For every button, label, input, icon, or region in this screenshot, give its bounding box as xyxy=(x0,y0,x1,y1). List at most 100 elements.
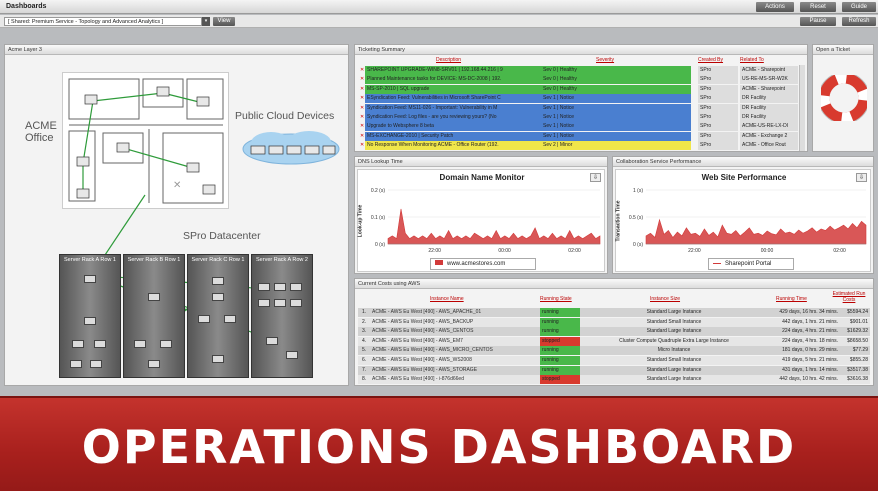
server-icon[interactable] xyxy=(274,283,286,291)
ticket-row[interactable]: ✕ Syndication Feed: Log files - are you r… xyxy=(358,113,798,122)
ticket-related-to[interactable]: ACME - Sharepoint xyxy=(740,84,798,94)
ticket-description[interactable]: MS-SP-2010 | SQL upgrade xyxy=(365,84,541,94)
ticket-description[interactable]: Upgrade to Websphere 8 beta xyxy=(365,122,541,132)
server-icon[interactable] xyxy=(224,315,236,323)
server-icon[interactable] xyxy=(286,351,298,359)
server-icon[interactable] xyxy=(258,299,270,307)
ticket-related-to[interactable]: ACME-US-RE-LX-DI xyxy=(740,122,798,132)
ticket-row[interactable]: ✕ Planned Maintenance tasks for DEVICE: M… xyxy=(358,75,798,85)
cost-row[interactable]: 8. ACME - AWS Eu West [490] - i-876d66ed s… xyxy=(358,375,870,385)
dropdown-chevron-icon[interactable]: ▾ xyxy=(202,17,210,26)
instance-name[interactable]: ACME - AWS Eu West [490] - AWS_MICRO_CEN… xyxy=(370,346,538,355)
ticket-description[interactable]: MS-EXCHANGE-2010 | Security Patch xyxy=(365,131,541,141)
ticket-row[interactable]: ✕ ESyndication Feed: Vulnerabilities in M… xyxy=(358,94,798,104)
server-icon[interactable] xyxy=(290,299,302,307)
ticket-description[interactable]: Syndication Feed: MS11-026 - Important: … xyxy=(365,103,541,113)
ticket-row[interactable]: ✕ SHAREPOINT UPGRADE-WIN8-SRV01 | 192.168… xyxy=(358,66,798,75)
lifebuoy-icon[interactable] xyxy=(821,75,867,121)
instance-name[interactable]: ACME - AWS Eu West [490] - AWS_EM7 xyxy=(370,337,538,346)
guide-button[interactable]: Guide xyxy=(842,2,876,12)
server-icon[interactable] xyxy=(160,340,172,348)
ticketing-scrollbar[interactable] xyxy=(799,65,805,151)
ticket-description[interactable]: ESyndication Feed: Vulnerabilities in Mi… xyxy=(365,94,541,104)
server-icon[interactable] xyxy=(84,317,96,325)
row-number: 8. xyxy=(362,376,367,383)
ticket-related-to[interactable]: DR Facility xyxy=(740,94,798,104)
ticket-related-to[interactable]: DR Facility xyxy=(740,103,798,113)
ticket-row[interactable]: ✕ Upgrade to Websphere 8 beta Sev 1 | Noti… xyxy=(358,122,798,132)
ticket-row[interactable]: ✕ No Response When Monitoring ACME - Offi… xyxy=(358,141,798,151)
rack-label: Server Rack B Row 1 xyxy=(127,257,181,263)
instance-name[interactable]: ACME - AWS Eu West [490] - AWS_STORAGE xyxy=(370,366,538,375)
x-tick-label: 00:00 xyxy=(761,248,774,254)
collab-chart-svg: 0 (s) 0.5 (s) 1 (s) 22:00 00:00 02:00 xyxy=(629,188,867,254)
col-instance-size[interactable]: Instance Size xyxy=(650,296,680,302)
pause-button[interactable]: Pause xyxy=(800,17,836,26)
server-icon[interactable] xyxy=(258,283,270,291)
y-tick-label: 1 (s) xyxy=(633,188,643,194)
ticket-related-to[interactable]: ACME - Sharepoint xyxy=(740,66,798,75)
server-icon[interactable] xyxy=(212,277,224,285)
ticket-description[interactable]: Planned Maintenance tasks for DEVICE: MS… xyxy=(365,75,541,85)
export-icon[interactable]: ⇩ xyxy=(590,173,601,182)
ticket-row[interactable]: ✕ MS-SP-2010 | SQL upgrade Sev 0 | Healthy… xyxy=(358,84,798,94)
dashboard-select[interactable]: [ Shared: Premium Service - Topology and… xyxy=(4,17,202,26)
server-icon[interactable] xyxy=(84,275,96,283)
ticket-status-icon: ✕ xyxy=(360,132,365,139)
cost-row[interactable]: 3. ACME - AWS Eu West [490] - AWS_CENTOS r… xyxy=(358,327,870,337)
row-number: 2. xyxy=(362,318,367,325)
col-instance-name[interactable]: Instance Name xyxy=(430,296,464,302)
instance-name[interactable]: ACME - AWS Eu West [490] - AWS_CENTOS xyxy=(370,327,538,336)
ticket-related-to[interactable]: ACME - Office Rout xyxy=(740,141,798,151)
server-icon[interactable] xyxy=(94,340,106,348)
ticket-description[interactable]: Syndication Feed: Log files - are you re… xyxy=(365,113,541,122)
server-icon[interactable] xyxy=(274,299,286,307)
server-icon[interactable] xyxy=(212,355,224,363)
server-icon[interactable] xyxy=(134,340,146,348)
col-running-state[interactable]: Running State xyxy=(540,296,572,302)
cost-row[interactable]: 2. ACME - AWS Eu West [490] - AWS_BACKUP r… xyxy=(358,317,870,327)
ticket-row[interactable]: ✕ Syndication Feed: MS11-026 - Important:… xyxy=(358,103,798,113)
instance-name[interactable]: ACME - AWS Eu West [490] - AWS_BACKUP xyxy=(370,318,538,327)
series-area xyxy=(387,208,601,245)
server-rack-a-row-2: Server Rack A Row 2 xyxy=(251,254,313,378)
server-icon[interactable] xyxy=(212,293,224,301)
server-icon[interactable] xyxy=(148,360,160,368)
reset-button[interactable]: Reset xyxy=(800,2,836,12)
ticket-description[interactable]: SHAREPOINT UPGRADE-WIN8-SRV01 | 192.168.… xyxy=(365,66,541,75)
instance-name[interactable]: ACME - AWS Eu West [490] - AWS_WS2008 xyxy=(370,356,538,365)
cost-row[interactable]: 5. ACME - AWS Eu West [490] - AWS_MICRO_C… xyxy=(358,346,870,356)
rack-label: Server Rack C Row 1 xyxy=(191,257,245,263)
server-icon[interactable] xyxy=(70,360,82,368)
col-description[interactable]: Description xyxy=(436,57,461,63)
ticket-related-to[interactable]: US-RE-MS-SR-W2K xyxy=(740,75,798,85)
server-icon[interactable] xyxy=(290,283,302,291)
server-icon[interactable] xyxy=(148,293,160,301)
aws-costs-panel: Current Costs using AWS Instance Name Ru… xyxy=(354,278,874,386)
cost-row[interactable]: 6. ACME - AWS Eu West [490] - AWS_WS2008 r… xyxy=(358,356,870,365)
instance-name[interactable]: ACME - AWS Eu West [490] - i-876d66ed xyxy=(370,375,538,384)
ticket-related-to[interactable]: DR Facility xyxy=(740,113,798,122)
col-created-by[interactable]: Created By xyxy=(698,57,723,63)
cost-row[interactable]: 7. ACME - AWS Eu West [490] - AWS_STORAGE… xyxy=(358,365,870,375)
running-state-badge: running xyxy=(540,327,580,337)
instance-name[interactable]: ACME - AWS Eu West [490] - AWS_APACHE_01 xyxy=(370,308,538,317)
server-icon[interactable] xyxy=(72,340,84,348)
running-state-badge: running xyxy=(540,356,580,365)
server-icon[interactable] xyxy=(266,337,278,345)
ticket-related-to[interactable]: ACME - Exchange 2 xyxy=(740,131,798,141)
actions-button[interactable]: Actions xyxy=(756,2,794,12)
server-icon[interactable] xyxy=(198,315,210,323)
view-button[interactable]: View xyxy=(213,17,235,26)
col-related-to[interactable]: Related To xyxy=(740,57,764,63)
col-estimated-cost[interactable]: Estimated Run Costs xyxy=(830,291,868,303)
export-icon[interactable]: ⇩ xyxy=(856,173,867,182)
cost-row[interactable]: 1. ACME - AWS Eu West [490] - AWS_APACHE_… xyxy=(358,308,870,317)
ticket-row[interactable]: ✕ MS-EXCHANGE-2010 | Security Patch Sev 1 … xyxy=(358,131,798,141)
refresh-button[interactable]: Refresh xyxy=(842,17,876,26)
ticket-description[interactable]: No Response When Monitoring ACME - Offic… xyxy=(365,141,541,151)
cost-row[interactable]: 4. ACME - AWS Eu West [490] - AWS_EM7 stop… xyxy=(358,336,870,346)
col-running-time[interactable]: Running Time xyxy=(776,296,807,302)
server-icon[interactable] xyxy=(90,360,102,368)
col-severity[interactable]: Severity xyxy=(596,57,614,63)
